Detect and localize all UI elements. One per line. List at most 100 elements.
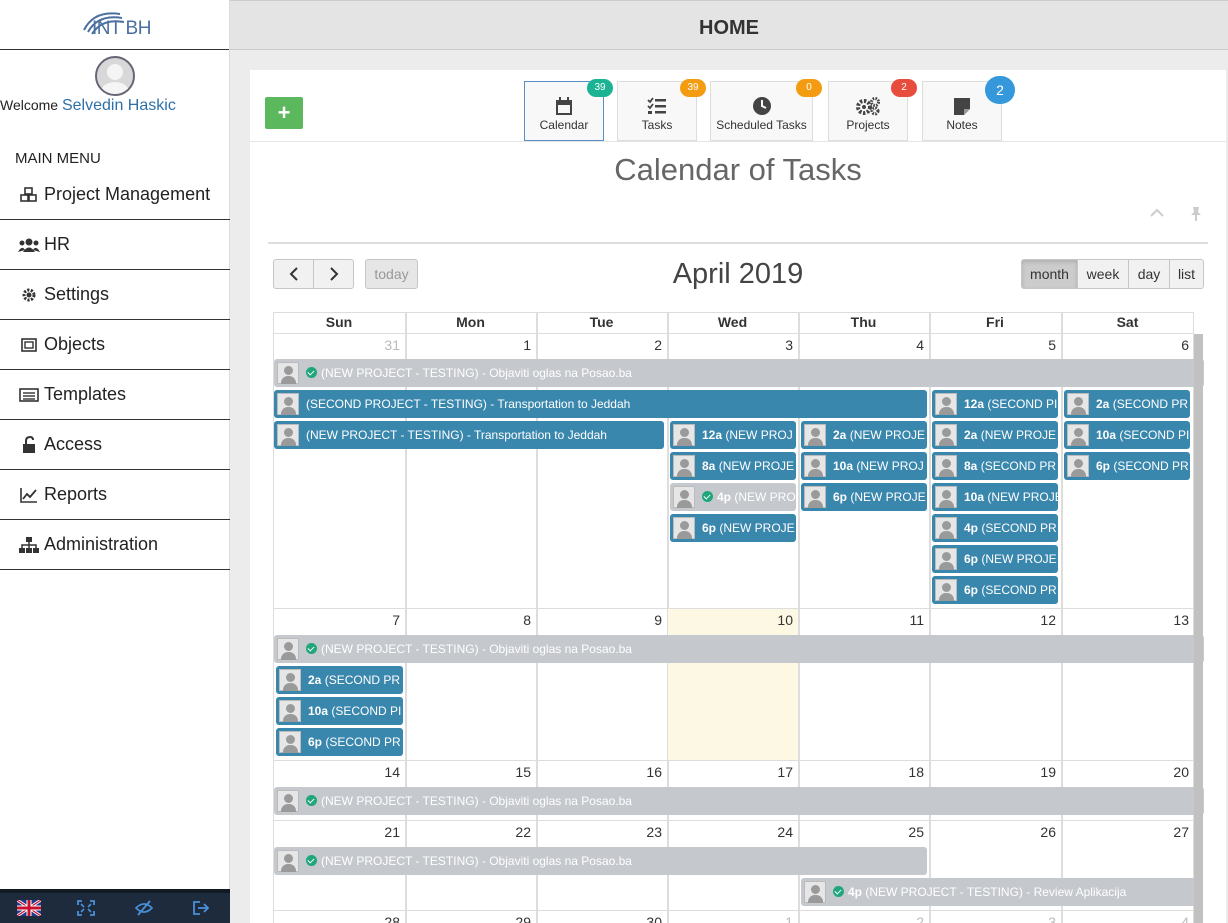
calendar-event[interactable]: 6p (SECOND PR xyxy=(1064,452,1190,480)
menu-item-hr[interactable]: HR xyxy=(0,220,230,270)
day-number[interactable]: 25 xyxy=(798,824,924,840)
day-header: Sat xyxy=(1116,314,1139,330)
calendar-event[interactable]: 2a (NEW PROJE xyxy=(801,421,927,449)
tab-notes[interactable]: Notes 2 xyxy=(922,76,1015,141)
menu-item-administration[interactable]: Administration xyxy=(0,520,230,570)
day-number[interactable]: 7 xyxy=(273,612,400,628)
user-name[interactable]: Selvedin Haskic xyxy=(62,97,176,114)
calendar-event[interactable]: 4p (NEW PROJ xyxy=(670,483,796,511)
day-number[interactable]: 23 xyxy=(536,824,662,840)
calendar-event[interactable]: 6p (SECOND PR xyxy=(932,576,1058,604)
calendar-event[interactable]: (SECOND PROJECT - TESTING) - Transportat… xyxy=(274,390,927,418)
day-number[interactable]: 8 xyxy=(405,612,531,628)
tab-calendar[interactable]: Calendar 39 xyxy=(524,79,613,141)
day-header: Sun xyxy=(325,314,353,330)
day-number[interactable]: 31 xyxy=(273,337,400,353)
day-number[interactable]: 1 xyxy=(667,914,793,923)
tab-label: Scheduled Tasks xyxy=(716,118,807,132)
tab-tasks[interactable]: Tasks 39 xyxy=(617,79,706,141)
day-number[interactable]: 3 xyxy=(929,914,1056,923)
fullscreen-icon[interactable] xyxy=(74,899,98,917)
calendar-event[interactable]: 10a (NEW PROJE xyxy=(932,483,1058,511)
day-number[interactable]: 16 xyxy=(536,764,662,780)
calendar-event[interactable]: 6p (SECOND PR xyxy=(276,728,403,756)
calendar-event[interactable]: 2a (SECOND PR xyxy=(1064,390,1190,418)
day-number[interactable]: 3 xyxy=(667,337,793,353)
calendar-event[interactable]: 8a (SECOND PR xyxy=(932,452,1058,480)
calendar-event[interactable]: (NEW PROJECT - TESTING) - Objaviti oglas… xyxy=(274,359,1204,387)
today-cell[interactable] xyxy=(668,609,798,760)
day-number[interactable]: 13 xyxy=(1061,612,1189,628)
logout-icon[interactable] xyxy=(189,899,213,917)
calendar-event[interactable]: 10a (SECOND PI xyxy=(1064,421,1190,449)
calendar-event[interactable]: 12a (SECOND PI xyxy=(932,390,1058,418)
calendar-event[interactable]: 2a (SECOND PR xyxy=(276,666,403,694)
day-number[interactable]: 19 xyxy=(929,764,1056,780)
day-number[interactable]: 28 xyxy=(273,914,400,923)
calendar-event[interactable]: 10a (SECOND PI xyxy=(276,697,403,725)
calendar-event[interactable]: 8a (NEW PROJE xyxy=(670,452,796,480)
logo[interactable]: INT BH xyxy=(0,0,229,50)
view-day-button[interactable]: day xyxy=(1128,259,1170,289)
cubes-icon xyxy=(18,186,40,204)
calendar-event[interactable]: 6p (NEW PROJE xyxy=(932,545,1058,573)
menu-item-access[interactable]: Access xyxy=(0,420,230,470)
calendar-event[interactable]: (NEW PROJECT - TESTING) - Objaviti oglas… xyxy=(274,787,1204,815)
add-button[interactable]: + xyxy=(265,97,303,129)
day-number[interactable]: 30 xyxy=(536,914,662,923)
avatar-icon xyxy=(277,638,299,660)
day-number[interactable]: 12 xyxy=(929,612,1056,628)
day-number[interactable]: 4 xyxy=(1061,914,1189,923)
sitemap-icon xyxy=(18,536,40,554)
day-number[interactable]: 2 xyxy=(798,914,924,923)
day-number[interactable]: 17 xyxy=(667,764,793,780)
avatar[interactable] xyxy=(95,56,135,96)
day-number[interactable]: 29 xyxy=(405,914,531,923)
day-number[interactable]: 5 xyxy=(929,337,1056,353)
menu-item-project-management[interactable]: Project Management xyxy=(0,170,230,220)
day-number[interactable]: 1 xyxy=(405,337,531,353)
day-number[interactable]: 22 xyxy=(405,824,531,840)
calendar-event[interactable]: 2a (NEW PROJE xyxy=(932,421,1058,449)
calendar-event[interactable]: 12a (NEW PROJ xyxy=(670,421,796,449)
menu-item-label: Templates xyxy=(44,384,127,404)
day-number[interactable]: 9 xyxy=(536,612,662,628)
hide-icon[interactable] xyxy=(132,899,156,917)
day-number[interactable]: 15 xyxy=(405,764,531,780)
day-number[interactable]: 2 xyxy=(536,337,662,353)
view-month-button[interactable]: month xyxy=(1021,259,1078,289)
avatar-icon xyxy=(277,393,299,415)
day-number[interactable]: 27 xyxy=(1061,824,1189,840)
view-list-button[interactable]: list xyxy=(1169,259,1204,289)
tab-projects[interactable]: Projects 2 xyxy=(828,79,917,141)
day-number[interactable]: 18 xyxy=(798,764,924,780)
day-number[interactable]: 6 xyxy=(1061,337,1189,353)
calendar-event[interactable]: 6p (NEW PROJE xyxy=(670,514,796,542)
day-number[interactable]: 26 xyxy=(929,824,1056,840)
calendar-event[interactable]: 4p (SECOND PR xyxy=(932,514,1058,542)
menu-item-templates[interactable]: Templates xyxy=(0,370,230,420)
calendar-event[interactable]: 10a (NEW PROJ xyxy=(801,452,927,480)
menu-item-settings[interactable]: Settings xyxy=(0,270,230,320)
avatar-icon xyxy=(277,362,299,384)
tab-scheduled-tasks[interactable]: Scheduled Tasks 0 xyxy=(710,79,822,141)
chevron-up-icon[interactable] xyxy=(1149,208,1165,218)
day-number[interactable]: 21 xyxy=(273,824,400,840)
day-number[interactable]: 24 xyxy=(667,824,793,840)
day-number[interactable]: 10 xyxy=(667,612,793,628)
day-number[interactable]: 4 xyxy=(798,337,924,353)
uk-flag-icon[interactable] xyxy=(16,899,41,917)
calendar-event[interactable]: 4p (NEW PROJECT - TESTING) - Review Apli… xyxy=(801,878,1201,906)
day-number[interactable]: 20 xyxy=(1061,764,1189,780)
calendar-event[interactable]: (NEW PROJECT - TESTING) - Transportation… xyxy=(274,421,664,449)
calendar-event[interactable]: (NEW PROJECT - TESTING) - Objaviti oglas… xyxy=(274,635,1204,663)
pin-icon[interactable] xyxy=(1189,206,1203,222)
menu-item-reports[interactable]: Reports xyxy=(0,470,230,520)
view-week-button[interactable]: week xyxy=(1077,259,1129,289)
menu-item-objects[interactable]: Objects xyxy=(0,320,230,370)
day-number[interactable]: 11 xyxy=(798,612,924,628)
day-number[interactable]: 14 xyxy=(273,764,400,780)
calendar-event[interactable]: 6p (NEW PROJE xyxy=(801,483,927,511)
calendar-event[interactable]: (NEW PROJECT - TESTING) - Objaviti oglas… xyxy=(274,847,927,875)
scrollbar[interactable] xyxy=(1194,334,1203,923)
